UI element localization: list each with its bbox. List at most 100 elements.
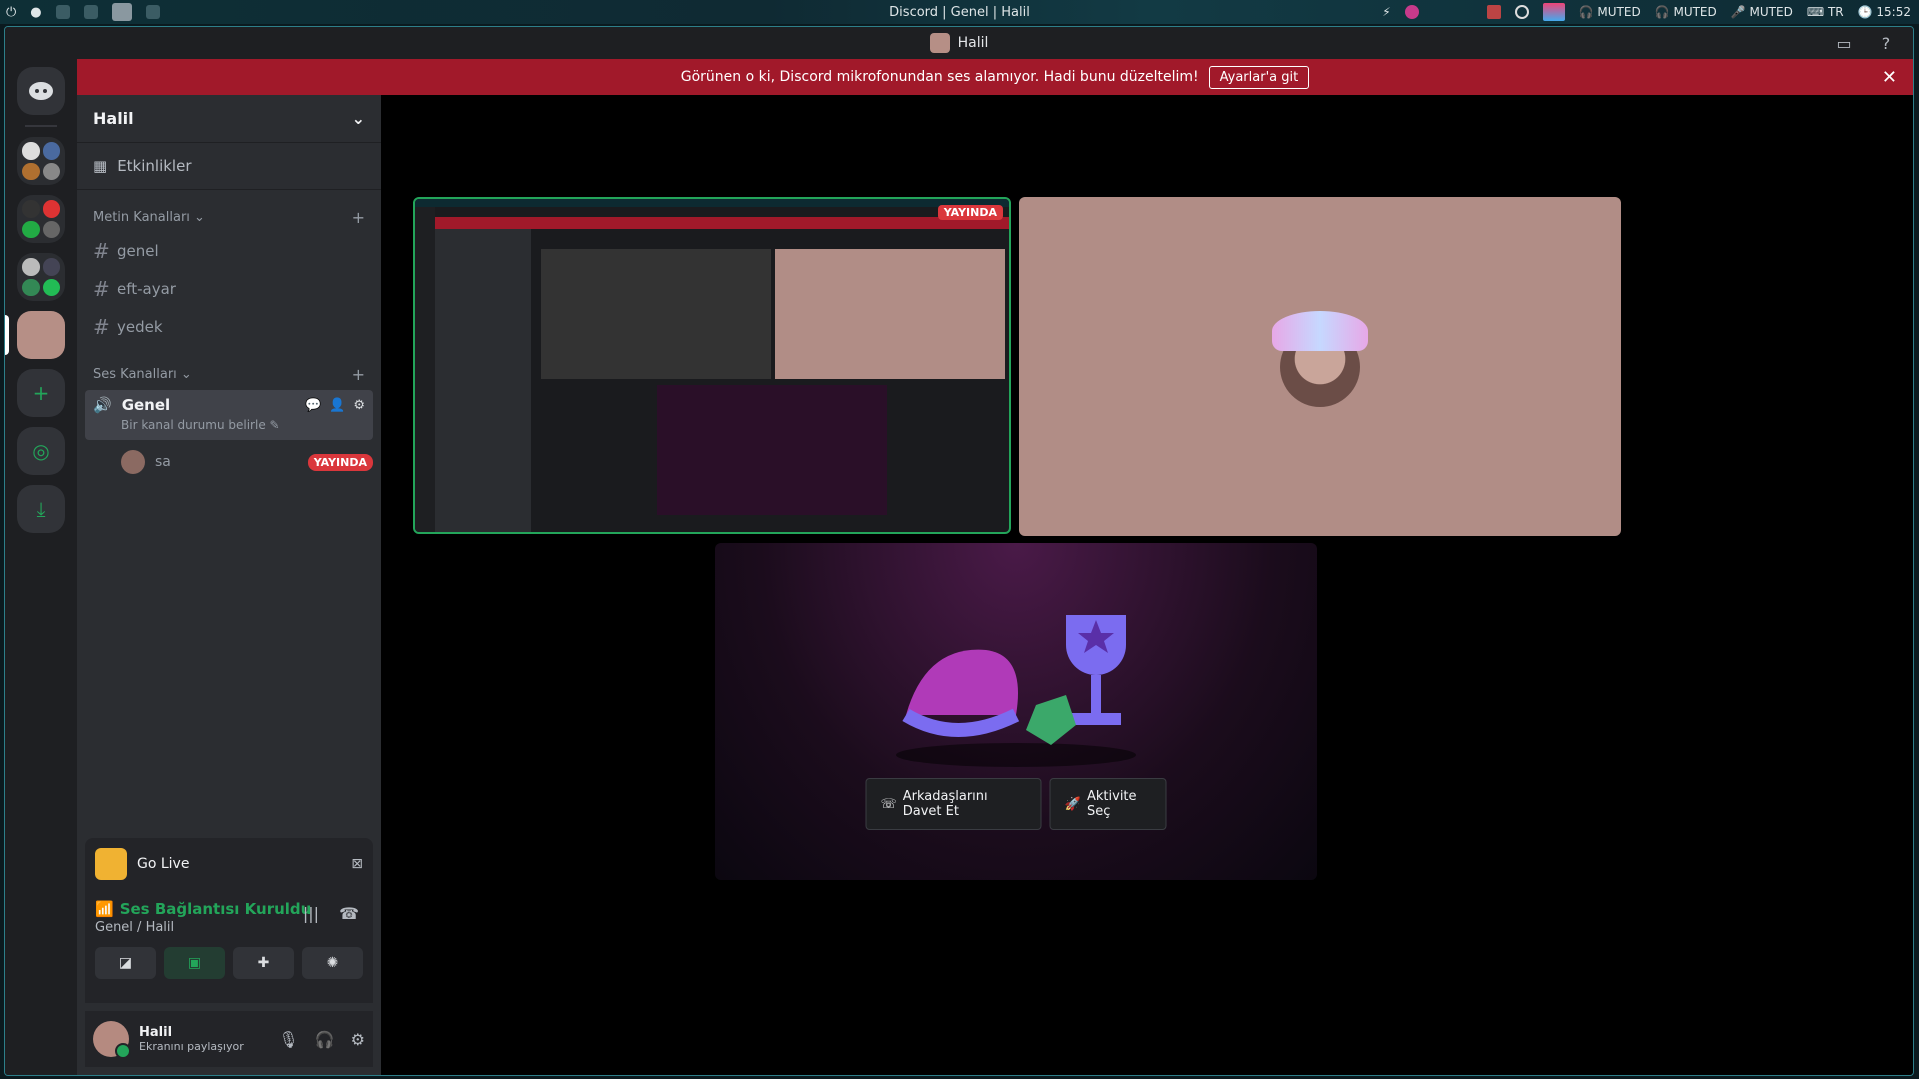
text-category[interactable]: Metin Kanalları ⌄ + xyxy=(77,190,381,231)
screen-share-button[interactable]: ▣ xyxy=(164,947,225,979)
title-avatar xyxy=(929,33,950,53)
voice-stage: YAYINDA ☏ Arkadaşlarını Davet Et 🚀 Aktivit… xyxy=(381,95,1913,1075)
user-name: Halil xyxy=(139,1025,173,1040)
activity-tile: ☏ Arkadaşlarını Davet Et 🚀 Aktivite Seç xyxy=(715,543,1317,880)
active-window-title: Discord | Genel | Halil xyxy=(889,4,1030,20)
discord-home-button[interactable] xyxy=(17,67,65,115)
user-panel: Halil Ekranını paylaşıyor 🎙 🎧 ⚙ xyxy=(85,1011,373,1067)
active-server-indicator xyxy=(5,315,9,355)
clock[interactable]: 🕒 15:52 xyxy=(1858,5,1911,19)
network-icon[interactable]: ⚡ xyxy=(1382,5,1390,19)
go-live-label: Go Live xyxy=(137,856,190,872)
voice-member[interactable]: sa YAYINDA xyxy=(77,442,381,482)
channel-eft-ayar[interactable]: # eft-ayar xyxy=(85,271,373,307)
events-label: Etkinlikler xyxy=(117,157,192,175)
titlebar: Halil ▭ ? xyxy=(5,27,1913,59)
channel-label: eft-ayar xyxy=(117,280,176,298)
user-camera-tile[interactable] xyxy=(1019,197,1621,536)
channel-label: yedek xyxy=(117,318,163,336)
voice-channel-genel[interactable]: 🔊 Genel 💬 👤 ⚙ Bir kanal durumu belirle ✎ xyxy=(85,390,373,440)
invite-friends-button[interactable]: ☏ Arkadaşlarını Davet Et xyxy=(865,778,1042,830)
text-category-label: Metin Kanalları xyxy=(93,210,190,225)
channel-genel[interactable]: # genel xyxy=(85,233,373,269)
live-badge: YAYINDA xyxy=(307,453,373,471)
window-title: Halil xyxy=(957,35,989,51)
tray-ring-icon[interactable] xyxy=(1514,5,1529,19)
workspace-2[interactable] xyxy=(83,5,98,19)
voice-category[interactable]: Ses Kanalları ⌄ + xyxy=(77,347,381,388)
go-live-icon xyxy=(95,848,127,880)
go-live-panel: Go Live ⊠ xyxy=(85,838,373,890)
trophy-illustration xyxy=(896,614,1136,767)
add-text-channel-icon[interactable]: + xyxy=(352,208,365,227)
disconnect-icon[interactable]: ☎ xyxy=(339,904,359,923)
mic-muted[interactable]: 🎤 MUTED xyxy=(1731,5,1793,19)
signal-icon: 📶 xyxy=(95,900,114,918)
noise-suppression-icon[interactable]: ||| xyxy=(303,904,319,923)
guild-header[interactable]: Halil ⌄ xyxy=(77,95,381,143)
speaker-icon: 🔊 xyxy=(93,396,112,414)
user-avatar-large xyxy=(1272,310,1368,407)
server-rail: + ◎ ⤓ xyxy=(5,59,77,1075)
workspace-1[interactable] xyxy=(55,5,70,19)
choose-activity-button[interactable]: 🚀 Aktivite Seç xyxy=(1049,778,1167,830)
live-badge: YAYINDA xyxy=(937,205,1003,220)
server-folder-2[interactable] xyxy=(17,195,65,243)
screen-share-tile[interactable]: YAYINDA xyxy=(413,197,1011,534)
gear-icon[interactable]: ⚙ xyxy=(353,398,365,413)
channel-label: genel xyxy=(117,242,159,260)
channel-yedek[interactable]: # yedek xyxy=(85,309,373,345)
stop-stream-icon[interactable]: ⊠ xyxy=(351,856,363,872)
member-name: sa xyxy=(155,454,171,470)
app-launcher-icon[interactable]: ● xyxy=(30,5,41,20)
headphones-icon[interactable]: 🎧 xyxy=(315,1030,335,1049)
download-icon[interactable]: ⤓ xyxy=(17,485,65,533)
channel-sidebar: Halil ⌄ ▦ Etkinlikler Metin Kanalları ⌄ … xyxy=(77,95,381,1075)
soundboard-button[interactable]: ✺ xyxy=(302,947,363,979)
system-top-bar: ⏻ ● Discord | Genel | Halil ⚡ 🎧 MUTED 🎧 … xyxy=(0,0,1919,24)
avatar xyxy=(121,450,145,474)
tray-red-icon[interactable] xyxy=(1486,5,1501,19)
server-folder-3[interactable] xyxy=(17,253,65,301)
server-folder-1[interactable] xyxy=(17,137,65,185)
hash-icon: # xyxy=(93,315,110,339)
channel-status-placeholder[interactable]: Bir kanal durumu belirle ✎ xyxy=(93,418,365,432)
workspace-discord[interactable] xyxy=(111,3,132,21)
server-halil[interactable] xyxy=(17,311,65,359)
camera-off-button[interactable]: ◪ xyxy=(95,947,156,979)
explore-icon[interactable]: ◎ xyxy=(17,427,65,475)
invite-icon: ☏ xyxy=(880,796,897,812)
keyboard-layout[interactable]: ⌨ TR xyxy=(1807,5,1844,19)
chevron-down-icon: ⌄ xyxy=(351,109,365,128)
notice-text: Görünen o ki, Discord mikrofonundan ses … xyxy=(680,69,1199,85)
events-link[interactable]: ▦ Etkinlikler xyxy=(77,143,381,190)
microphone-icon[interactable]: 🎙 xyxy=(278,1030,298,1049)
activity-button[interactable]: ✚ xyxy=(233,947,294,979)
calendar-icon: ▦ xyxy=(93,157,108,175)
close-icon[interactable]: ✕ xyxy=(1882,67,1897,88)
headphones-muted-1[interactable]: 🎧 MUTED xyxy=(1579,5,1641,19)
user-status: Ekranını paylaşıyor xyxy=(139,1040,244,1053)
voice-connection-panel: 📶 Ses Bağlantısı Kuruldu Genel / Halil ||… xyxy=(85,890,373,1003)
user-avatar[interactable] xyxy=(93,1021,131,1059)
hash-icon: # xyxy=(93,277,110,301)
go-to-settings-button[interactable]: Ayarlar'a git xyxy=(1208,65,1310,89)
rocket-icon: 🚀 xyxy=(1064,796,1081,812)
help-icon[interactable]: ? xyxy=(1877,34,1895,53)
chat-icon[interactable]: 💬 xyxy=(305,398,321,413)
discord-window: Halil ▭ ? + ◎ ⤓ Görünen o ki, Discord mi… xyxy=(4,26,1914,1076)
add-voice-channel-icon[interactable]: + xyxy=(352,365,365,384)
tray-app-icon[interactable] xyxy=(1404,5,1419,19)
headphones-muted-2[interactable]: 🎧 MUTED xyxy=(1655,5,1717,19)
workspace-4[interactable] xyxy=(145,5,160,19)
inbox-icon[interactable]: ▭ xyxy=(1835,34,1853,53)
rail-separator xyxy=(25,125,57,127)
power-icon[interactable]: ⏻ xyxy=(6,5,16,20)
guild-name: Halil xyxy=(93,109,134,128)
add-server-button[interactable]: + xyxy=(17,369,65,417)
mic-warning-banner: Görünen o ki, Discord mikrofonundan ses … xyxy=(77,59,1913,95)
tray-color-icon[interactable] xyxy=(1542,3,1565,21)
settings-icon[interactable]: ⚙ xyxy=(351,1030,365,1049)
hash-icon: # xyxy=(93,239,110,263)
invite-icon[interactable]: 👤 xyxy=(329,398,345,413)
